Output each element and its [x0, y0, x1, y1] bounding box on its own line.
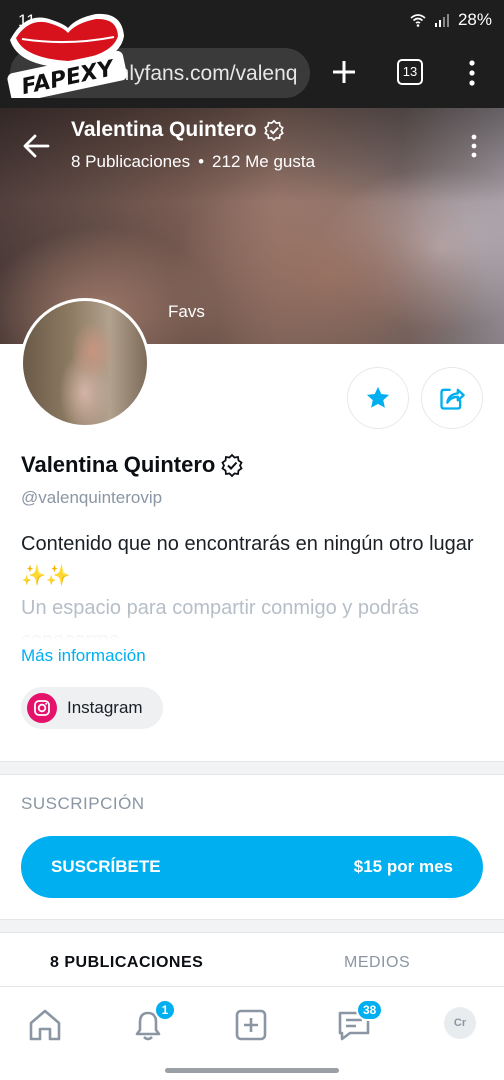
share-icon: [440, 388, 465, 410]
gesture-bar: [165, 1068, 339, 1073]
cover-title: Valentina Quintero: [71, 118, 285, 142]
more-options-icon[interactable]: [468, 132, 480, 160]
subscribe-button[interactable]: SUSCRÍBETE $15 por mes: [21, 836, 483, 898]
bottom-navigation: 1 38 Cr: [0, 987, 504, 1063]
profile-name-text: Valentina Quintero: [21, 452, 216, 477]
new-tab-icon[interactable]: [328, 56, 360, 88]
profile-handle: @valenquinterovip: [21, 488, 163, 507]
cover-name-text: Valentina Quintero: [71, 118, 257, 141]
instagram-icon: [27, 693, 57, 723]
favorite-button[interactable]: [347, 367, 409, 429]
section-divider: [0, 919, 504, 933]
add-post-icon[interactable]: [231, 1005, 271, 1045]
section-divider: [0, 761, 504, 775]
bio-text: Contenido que no encontrarás en ningún o…: [21, 533, 474, 587]
share-button[interactable]: [421, 367, 483, 429]
subscription-heading: SUSCRIPCIÓN: [21, 794, 145, 813]
instagram-link[interactable]: Instagram: [21, 687, 163, 729]
verified-icon: [221, 453, 244, 477]
profile-avatar[interactable]: [20, 298, 150, 428]
url-text: onlyfans.com/valenq: [106, 62, 298, 85]
bio-text-faded: Un espacio para compartir conmigo y podr…: [21, 597, 419, 640]
browser-menu-icon[interactable]: [462, 58, 482, 88]
home-icon[interactable]: [25, 1005, 65, 1045]
battery-level: 28%: [457, 10, 492, 29]
profile-name: Valentina Quintero: [21, 452, 244, 478]
messages-badge: 38: [356, 999, 384, 1021]
tab-posts[interactable]: 8 PUBLICACIONES: [50, 954, 203, 972]
tab-media[interactable]: MEDIOS: [344, 954, 410, 972]
instagram-label: Instagram: [67, 698, 143, 717]
status-icons: 28%: [410, 10, 492, 30]
wifi-icon: [410, 14, 426, 27]
user-avatar[interactable]: Cr: [444, 1007, 476, 1039]
back-arrow-icon[interactable]: [22, 132, 50, 160]
posts-count: 8 Publicaciones: [71, 152, 191, 171]
tab-switcher-button[interactable]: 13: [397, 59, 423, 85]
more-info-link[interactable]: Más información: [21, 646, 146, 666]
likes-count: 212 Me gusta: [212, 152, 316, 171]
favs-label: Favs: [168, 302, 205, 321]
star-icon: [366, 386, 390, 408]
verified-icon: [263, 119, 284, 141]
cover-stats: 8 Publicaciones • 212 Me gusta: [71, 152, 315, 172]
signal-icon: [434, 14, 449, 27]
subscribe-label: SUSCRÍBETE: [51, 857, 161, 876]
watermark-logo: FAPEXY: [7, 13, 127, 98]
stats-separator: •: [198, 152, 205, 171]
notifications-badge: 1: [154, 999, 176, 1021]
subscribe-price: $15 por mes: [353, 857, 453, 876]
